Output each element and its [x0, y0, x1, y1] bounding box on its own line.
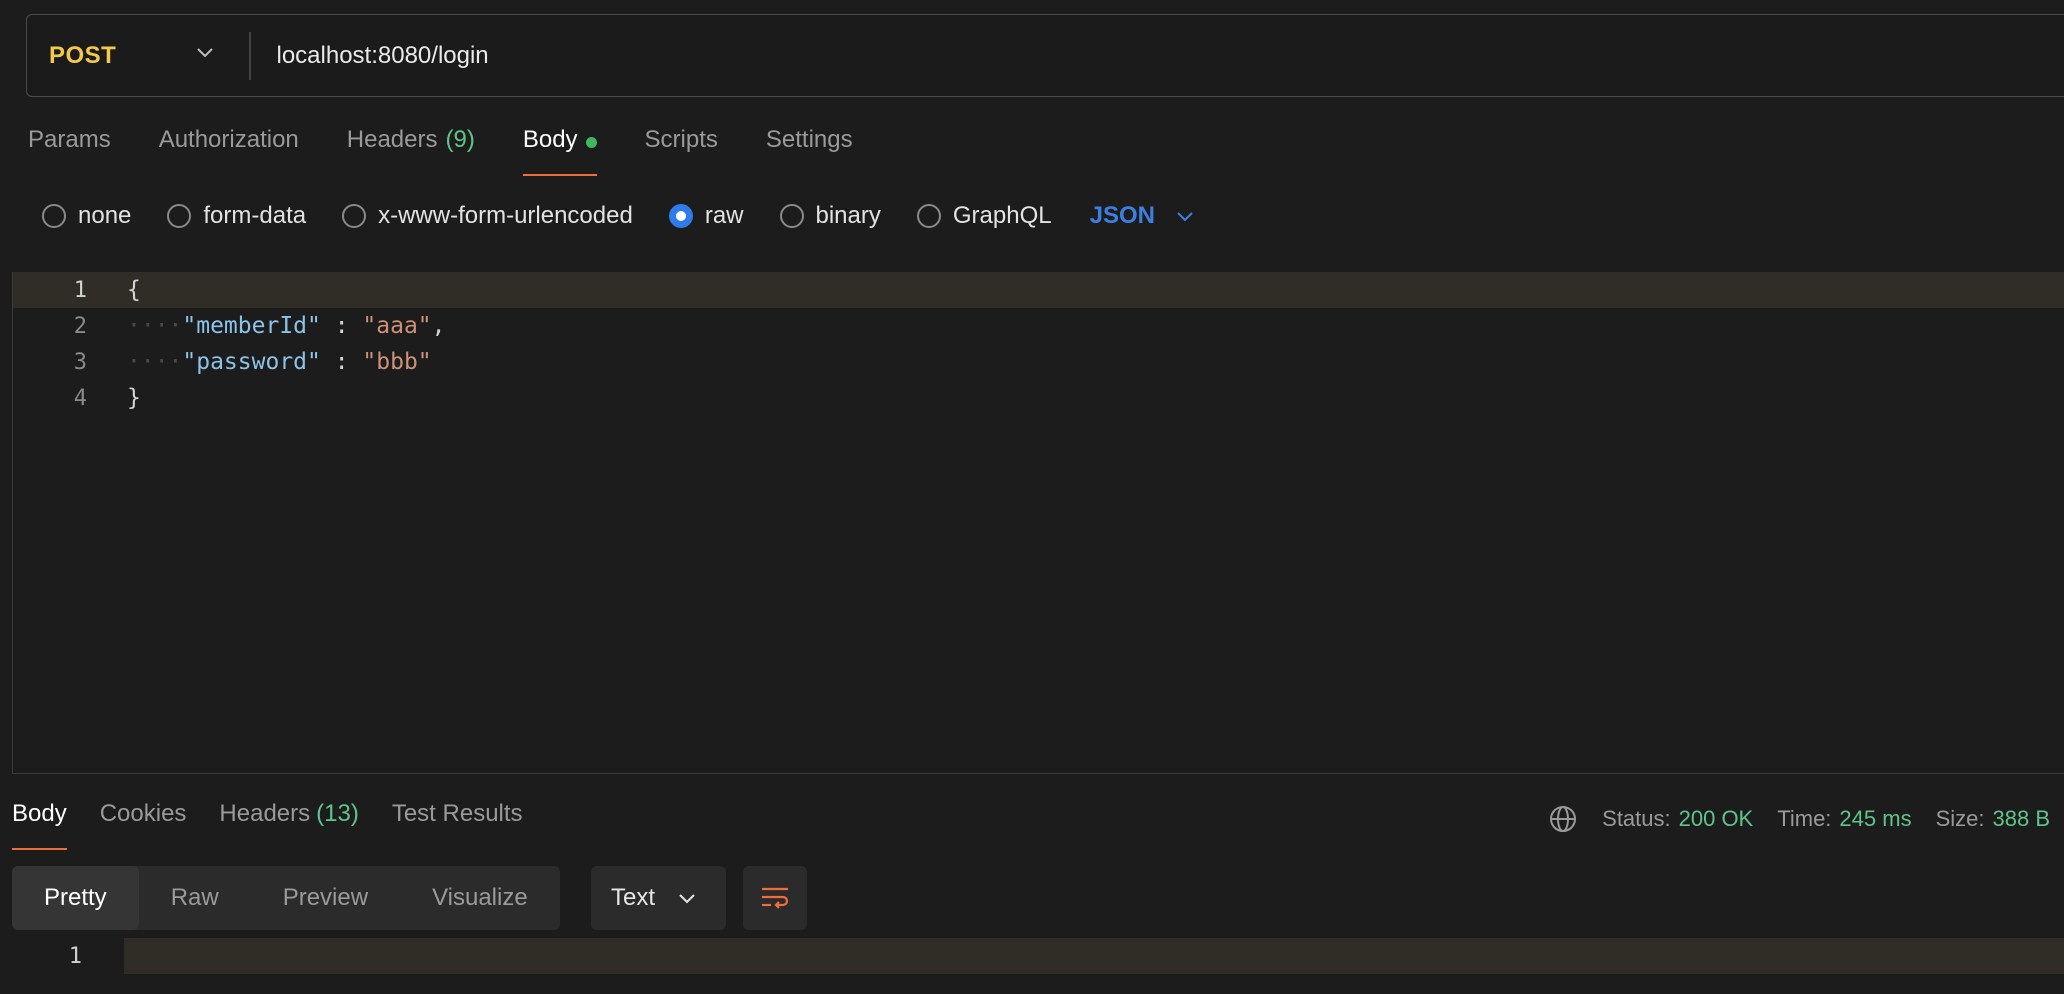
body-type-label: form-data [203, 202, 307, 229]
code-text: ····"password" : "bbb" [127, 349, 432, 375]
body-type-binary[interactable]: binary [779, 202, 881, 230]
time-value[interactable]: 245 ms [1839, 806, 1911, 832]
tab-scripts-label: Scripts [644, 126, 718, 153]
chevron-down-icon [679, 894, 695, 904]
tab-authorization-label: Authorization [158, 126, 299, 153]
body-modified-dot [585, 137, 597, 148]
chevron-down-icon [197, 48, 213, 58]
tab-headers[interactable]: Headers (9) [347, 126, 475, 176]
radio-icon [42, 204, 66, 228]
body-language-select[interactable]: JSON [1090, 202, 1195, 230]
current-line-highlight [124, 938, 2064, 974]
view-preview-button[interactable]: Preview [251, 866, 400, 930]
line-number: 1 [73, 277, 87, 303]
status-label: Status: [1602, 806, 1671, 831]
tab-params[interactable]: Params [28, 126, 111, 176]
tab-settings[interactable]: Settings [766, 126, 853, 176]
url-input[interactable]: localhost:8080/login [277, 42, 489, 70]
body-language-label: JSON [1089, 202, 1155, 229]
url-divider [249, 31, 251, 80]
response-tab-label: Test Results [391, 800, 523, 827]
view-pretty-button[interactable]: Pretty [12, 866, 139, 930]
radio-icon [916, 204, 941, 228]
body-type-graphql[interactable]: GraphQL [916, 202, 1052, 230]
time-label: Time: [1777, 806, 1832, 831]
line-number: 4 [73, 385, 87, 411]
response-tab-label: Headers [219, 800, 311, 827]
tab-settings-label: Settings [765, 126, 853, 153]
body-type-none[interactable]: none [42, 202, 131, 230]
response-view-segmented-control: Pretty Raw Preview Visualize [12, 866, 560, 930]
json-separator: : [320, 313, 363, 339]
editor-line: 4 } [13, 380, 2064, 416]
radio-icon [342, 204, 367, 228]
body-type-label: GraphQL [952, 202, 1052, 229]
wrap-lines-icon [762, 887, 789, 909]
editor-line: 1 { [13, 272, 2064, 308]
response-format-label: Text [611, 884, 656, 911]
status-value[interactable]: 200 OK [1679, 806, 1754, 832]
line-number: 3 [73, 349, 87, 375]
response-headers-count: (13) [316, 800, 359, 827]
tab-params-label: Params [28, 126, 111, 153]
response-tabs: Body Cookies Headers (13) Test Results [12, 800, 556, 850]
globe-icon[interactable] [1548, 804, 1578, 834]
response-editor-line: 1 [0, 938, 2064, 974]
body-type-urlencoded[interactable]: x-www-form-urlencoded [342, 202, 633, 230]
json-comma: , [431, 313, 446, 339]
method-selector[interactable]: POST [27, 15, 249, 96]
size-label: Size: [1935, 806, 1985, 831]
body-type-radio-group: none form-data x-www-form-urlencoded raw… [42, 200, 1195, 232]
view-visualize-button[interactable]: Visualize [400, 866, 560, 930]
radio-checked-icon [668, 204, 693, 228]
body-type-label: raw [704, 202, 744, 229]
json-key: "memberId" [182, 313, 321, 339]
code-text: ····"memberId" : "aaa", [127, 313, 446, 339]
response-tab-label: Body [12, 800, 67, 827]
response-format-select[interactable]: Text [591, 866, 726, 930]
headers-count: (9) [445, 126, 475, 153]
response-tab-label: Cookies [99, 800, 187, 827]
editor-line: 2 ····"memberId" : "aaa", [13, 308, 2064, 344]
body-type-label: none [78, 202, 132, 229]
tab-authorization[interactable]: Authorization [159, 126, 299, 176]
json-value: "aaa" [362, 313, 432, 339]
line-number: 1 [68, 943, 82, 969]
json-separator: : [320, 349, 363, 375]
response-tab-headers[interactable]: Headers (13) [219, 800, 358, 850]
tab-headers-label: Headers [346, 126, 438, 153]
request-tabs: Params Authorization Headers (9) Body Scr… [28, 126, 901, 176]
view-raw-button[interactable]: Raw [139, 866, 251, 930]
tab-body[interactable]: Body [522, 126, 597, 176]
code-text: { [127, 277, 141, 303]
code-text: } [127, 385, 141, 411]
radio-icon [779, 204, 804, 228]
body-type-label: binary [815, 202, 881, 229]
json-value: "bbb" [362, 349, 432, 375]
radio-icon [167, 204, 192, 228]
body-type-label: x-www-form-urlencoded [378, 202, 633, 229]
tab-scripts[interactable]: Scripts [645, 126, 718, 176]
body-type-form-data[interactable]: form-data [167, 202, 306, 230]
chevron-down-icon [1177, 212, 1193, 222]
request-url-bar: POST localhost:8080/login [26, 14, 2064, 97]
line-number: 2 [73, 313, 87, 339]
size-value[interactable]: 388 B [1993, 806, 2051, 832]
tab-body-label: Body [522, 126, 578, 153]
json-key: "password" [182, 349, 321, 375]
wrap-lines-button[interactable] [743, 866, 807, 930]
request-body-editor[interactable]: 1 { 2 ····"memberId" : "aaa", 3 ····"pas… [12, 272, 2064, 774]
body-type-raw[interactable]: raw [668, 202, 744, 230]
editor-line: 3 ····"password" : "bbb" [13, 344, 2064, 380]
response-tab-body[interactable]: Body [12, 800, 67, 850]
response-status-bar: Status: 200 OK Time: 245 ms Size: 388 B [1548, 804, 2050, 834]
response-tab-test-results[interactable]: Test Results [392, 800, 523, 850]
response-tab-cookies[interactable]: Cookies [100, 800, 187, 850]
method-label: POST [49, 41, 117, 69]
